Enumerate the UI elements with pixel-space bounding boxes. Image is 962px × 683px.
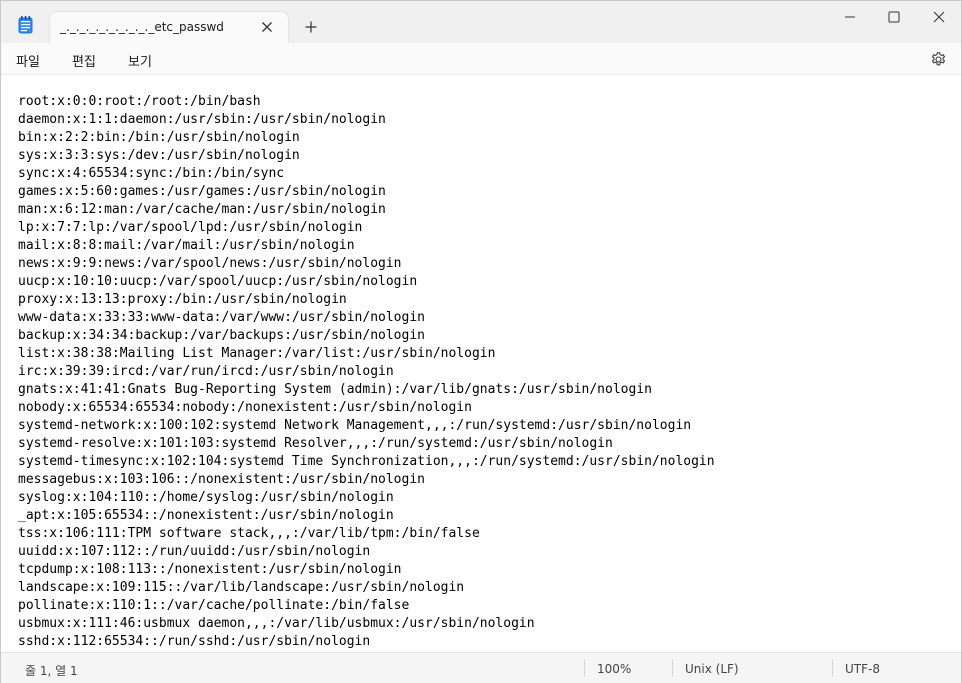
text-line[interactable]: uucp:x:10:10:uucp:/var/spool/uucp:/usr/s… (18, 273, 715, 291)
status-divider (672, 659, 673, 677)
menu-edit[interactable]: 편집 (72, 51, 96, 70)
text-line[interactable]: gnats:x:41:41:Gnats Bug-Reporting System… (18, 381, 715, 399)
close-icon[interactable] (260, 19, 274, 33)
gear-icon[interactable] (930, 51, 947, 68)
menu-bar: 파일 편집 보기 (1, 43, 961, 75)
editor-content[interactable]: root:x:0:0:root:/root:/bin/bash daemon:x:… (18, 93, 715, 651)
menu-file[interactable]: 파일 (16, 51, 40, 70)
maximize-icon[interactable] (887, 9, 901, 23)
plus-icon[interactable] (304, 19, 318, 33)
tab-etc-passwd[interactable]: _._._._._._._._._._etc_passwd (49, 11, 289, 44)
line-ending[interactable]: Unix (LF) (685, 662, 739, 676)
text-line[interactable]: list:x:38:38:Mailing List Manager:/var/l… (18, 345, 715, 363)
zoom-level[interactable]: 100% (597, 662, 631, 676)
text-line[interactable]: systemd-timesync:x:102:104:systemd Time … (18, 453, 715, 471)
text-line[interactable]: uuidd:x:107:112::/run/uuidd:/usr/sbin/no… (18, 543, 715, 561)
status-bar: 줄 1, 열 1 100% Unix (LF) UTF-8 (1, 652, 961, 683)
text-line[interactable]: systemd-network:x:100:102:systemd Networ… (18, 417, 715, 435)
text-line[interactable]: www-data:x:33:33:www-data:/var/www:/usr/… (18, 309, 715, 327)
status-divider (584, 659, 585, 677)
text-line[interactable]: proxy:x:13:13:proxy:/bin:/usr/sbin/nolog… (18, 291, 715, 309)
text-line[interactable]: syslog:x:104:110::/home/syslog:/usr/sbin… (18, 489, 715, 507)
title-bar[interactable]: _._._._._._._._._._etc_passwd (1, 1, 961, 44)
text-editor[interactable]: root:x:0:0:root:/root:/bin/bash daemon:x:… (1, 76, 961, 651)
text-line[interactable]: backup:x:34:34:backup:/var/backups:/usr/… (18, 327, 715, 345)
text-line[interactable]: _apt:x:105:65534::/nonexistent:/usr/sbin… (18, 507, 715, 525)
status-divider (832, 659, 833, 677)
text-line[interactable]: root:x:0:0:root:/root:/bin/bash (18, 93, 715, 111)
cursor-position: 줄 1, 열 1 (25, 664, 78, 678)
text-line[interactable]: systemd-resolve:x:101:103:systemd Resolv… (18, 435, 715, 453)
text-line[interactable]: landscape:x:109:115::/var/lib/landscape:… (18, 579, 715, 597)
menu-view[interactable]: 보기 (128, 51, 152, 70)
text-line[interactable]: bin:x:2:2:bin:/bin:/usr/sbin/nologin (18, 129, 715, 147)
text-line[interactable]: daemon:x:1:1:daemon:/usr/sbin:/usr/sbin/… (18, 111, 715, 129)
notepad-window: _._._._._._._._._._etc_passwd 파일 편집 보기 r… (0, 0, 962, 683)
text-line[interactable]: irc:x:39:39:ircd:/var/run/ircd:/usr/sbin… (18, 363, 715, 381)
close-icon[interactable] (932, 9, 946, 23)
text-line[interactable]: sync:x:4:65534:sync:/bin:/bin/sync (18, 165, 715, 183)
text-line[interactable]: messagebus:x:103:106::/nonexistent:/usr/… (18, 471, 715, 489)
notepad-icon (18, 16, 33, 34)
text-line[interactable]: tss:x:106:111:TPM software stack,,,:/var… (18, 525, 715, 543)
text-line[interactable]: pollinate:x:110:1::/var/cache/pollinate:… (18, 597, 715, 615)
minimize-icon[interactable] (843, 9, 857, 23)
tab-title: _._._._._._._._._._etc_passwd (60, 20, 224, 34)
text-line[interactable]: mail:x:8:8:mail:/var/mail:/usr/sbin/nolo… (18, 237, 715, 255)
text-line[interactable]: usbmux:x:111:46:usbmux daemon,,,:/var/li… (18, 615, 715, 633)
text-line[interactable]: sys:x:3:3:sys:/dev:/usr/sbin/nologin (18, 147, 715, 165)
text-line[interactable]: man:x:6:12:man:/var/cache/man:/usr/sbin/… (18, 201, 715, 219)
text-line[interactable]: tcpdump:x:108:113::/nonexistent:/usr/sbi… (18, 561, 715, 579)
text-line[interactable]: news:x:9:9:news:/var/spool/news:/usr/sbi… (18, 255, 715, 273)
text-line[interactable]: sshd:x:112:65534::/run/sshd:/usr/sbin/no… (18, 633, 715, 651)
text-line[interactable]: games:x:5:60:games:/usr/games:/usr/sbin/… (18, 183, 715, 201)
text-line[interactable]: nobody:x:65534:65534:nobody:/nonexistent… (18, 399, 715, 417)
encoding[interactable]: UTF-8 (845, 662, 880, 676)
text-line[interactable]: lp:x:7:7:lp:/var/spool/lpd:/usr/sbin/nol… (18, 219, 715, 237)
